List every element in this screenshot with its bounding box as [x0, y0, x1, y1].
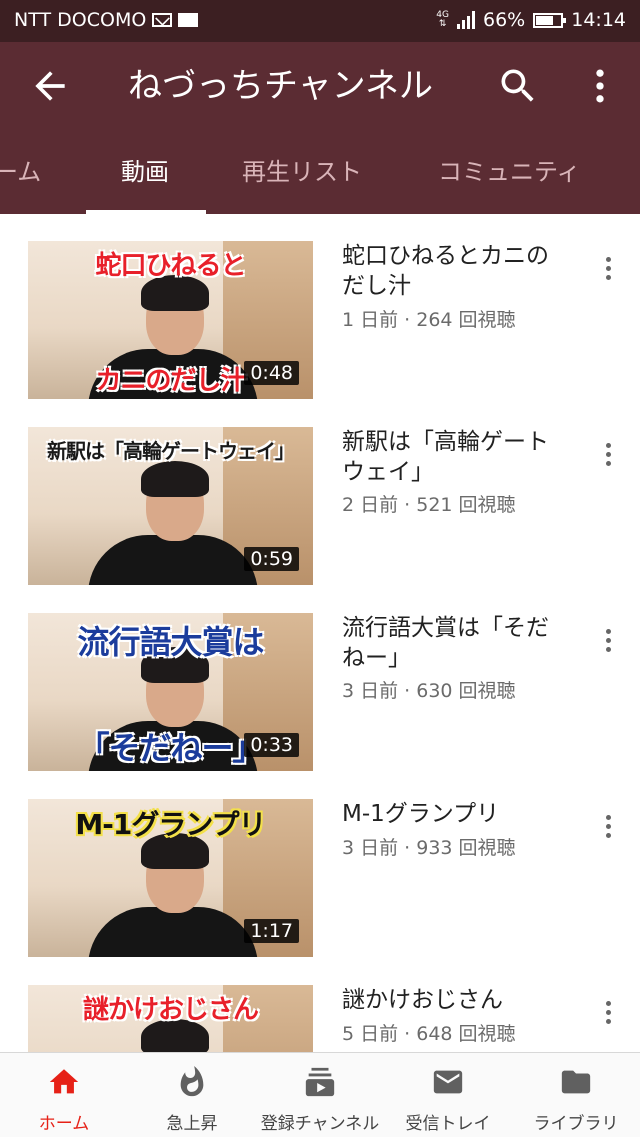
carrier-label: NTT DOCOMO	[14, 9, 147, 31]
video-thumbnail[interactable]: M-1グランプリ 1:17	[28, 799, 313, 957]
tab-home[interactable]: ーム	[0, 130, 41, 214]
thumbnail-caption-top: 蛇口ひねると	[95, 251, 246, 281]
arrow-left-icon	[35, 71, 65, 101]
signal-icon	[457, 11, 475, 29]
video-meta: 5 日前 · 648 回視聴	[342, 1023, 516, 1045]
video-duration: 0:48	[244, 361, 299, 385]
video-title[interactable]: M-1グランプリ	[342, 799, 572, 829]
video-item[interactable]: 流行語大賞は 「そだねー」 0:33 流行語大賞は「そだ ねー」 3 日前 · 6…	[0, 613, 640, 773]
tab-videos[interactable]: 動画	[121, 130, 169, 214]
bottom-navigation: ホーム 急上昇 登録チャンネル 受信トレイ ライブラリ	[0, 1052, 640, 1137]
nav-inbox[interactable]: 受信トレイ	[384, 1053, 512, 1138]
thumbnail-caption-top: 謎かけおじさん	[82, 995, 259, 1025]
clock: 14:14	[571, 9, 626, 31]
inbox-icon	[433, 1070, 463, 1094]
video-meta: 2 日前 · 521 回視聴	[342, 494, 516, 516]
video-meta: 3 日前 · 630 回視聴	[342, 680, 516, 702]
channel-tabs: ーム 動画 再生リスト コミュニティ	[0, 130, 640, 214]
more-vert-icon	[594, 627, 622, 652]
subscriptions-icon	[305, 1067, 335, 1097]
video-title[interactable]: 新駅は「高輪ゲート ウェイ」	[342, 427, 572, 487]
video-duration: 0:59	[244, 547, 299, 571]
status-bar: NTT DOCOMO 4G ⇅ 66% 14:14	[0, 0, 640, 42]
more-vert-icon	[594, 441, 622, 466]
battery-percent: 66%	[483, 9, 526, 31]
folder-icon	[561, 1070, 591, 1094]
video-menu-button[interactable]	[594, 255, 622, 287]
video-thumbnail[interactable]: 新駅は「高輪ゲートウェイ」 0:59	[28, 427, 313, 585]
video-menu-button[interactable]	[594, 999, 622, 1031]
more-vert-icon	[594, 999, 622, 1024]
home-icon	[49, 1069, 79, 1094]
back-button[interactable]	[28, 64, 72, 108]
video-thumbnail[interactable]: 謎かけおじさん	[28, 985, 313, 1052]
video-duration: 1:17	[244, 919, 299, 943]
nav-label: 登録チャンネル	[260, 1114, 380, 1134]
video-item[interactable]: 謎かけおじさん 謎かけおじさん 5 日前 · 648 回視聴	[0, 985, 640, 1052]
more-vert-icon	[596, 69, 604, 103]
video-title[interactable]: 謎かけおじさん	[342, 985, 572, 1015]
active-tab-indicator	[86, 210, 206, 214]
video-item[interactable]: M-1グランプリ 1:17 M-1グランプリ 3 日前 · 933 回視聴	[0, 799, 640, 959]
more-vert-icon	[594, 813, 622, 838]
tab-community[interactable]: コミュニティ	[438, 130, 581, 214]
channel-title: ねづっちチャンネル	[128, 66, 433, 106]
nav-label: 急上昇	[166, 1114, 218, 1134]
video-menu-button[interactable]	[594, 813, 622, 845]
mail-notification-icon	[152, 13, 173, 27]
nav-trending[interactable]: 急上昇	[128, 1053, 256, 1138]
more-vert-icon	[594, 255, 622, 280]
search-icon	[501, 69, 534, 102]
video-duration: 0:33	[244, 733, 299, 757]
video-meta: 3 日前 · 933 回視聴	[342, 837, 516, 859]
network-type-icon: 4G ⇅	[436, 10, 449, 29]
app-bar: ねづっちチャンネル	[0, 42, 640, 130]
video-meta: 1 日前 · 264 回視聴	[342, 309, 516, 331]
nav-label: ホーム	[38, 1114, 90, 1134]
nav-home[interactable]: ホーム	[0, 1053, 128, 1138]
thumbnail-caption-top: 流行語大賞は	[77, 623, 264, 661]
nav-label: 受信トレイ	[405, 1114, 491, 1134]
video-title[interactable]: 流行語大賞は「そだ ねー」	[342, 613, 572, 673]
nav-subscriptions[interactable]: 登録チャンネル	[256, 1053, 384, 1138]
video-item[interactable]: 新駅は「高輪ゲートウェイ」 0:59 新駅は「高輪ゲート ウェイ」 2 日前 · …	[0, 427, 640, 587]
thumbnail-caption-top: M-1グランプリ	[75, 808, 266, 841]
more-options-button[interactable]	[578, 64, 622, 108]
battery-icon	[533, 12, 567, 28]
gmail-notification-icon	[178, 13, 199, 27]
video-title[interactable]: 蛇口ひねるとカニの だし汁	[342, 241, 572, 301]
nav-library[interactable]: ライブラリ	[512, 1053, 640, 1138]
flame-icon	[180, 1065, 204, 1097]
video-menu-button[interactable]	[594, 627, 622, 659]
video-thumbnail[interactable]: 流行語大賞は 「そだねー」 0:33	[28, 613, 313, 771]
thumbnail-caption-top: 新駅は「高輪ゲートウェイ」	[47, 439, 295, 463]
nav-label: ライブラリ	[533, 1114, 619, 1134]
video-item[interactable]: 蛇口ひねると カニのだし汁 0:48 蛇口ひねるとカニの だし汁 1 日前 · 2…	[0, 241, 640, 401]
search-button[interactable]	[496, 64, 540, 108]
tab-playlists[interactable]: 再生リスト	[242, 130, 362, 214]
video-menu-button[interactable]	[594, 441, 622, 473]
video-thumbnail[interactable]: 蛇口ひねると カニのだし汁 0:48	[28, 241, 313, 399]
